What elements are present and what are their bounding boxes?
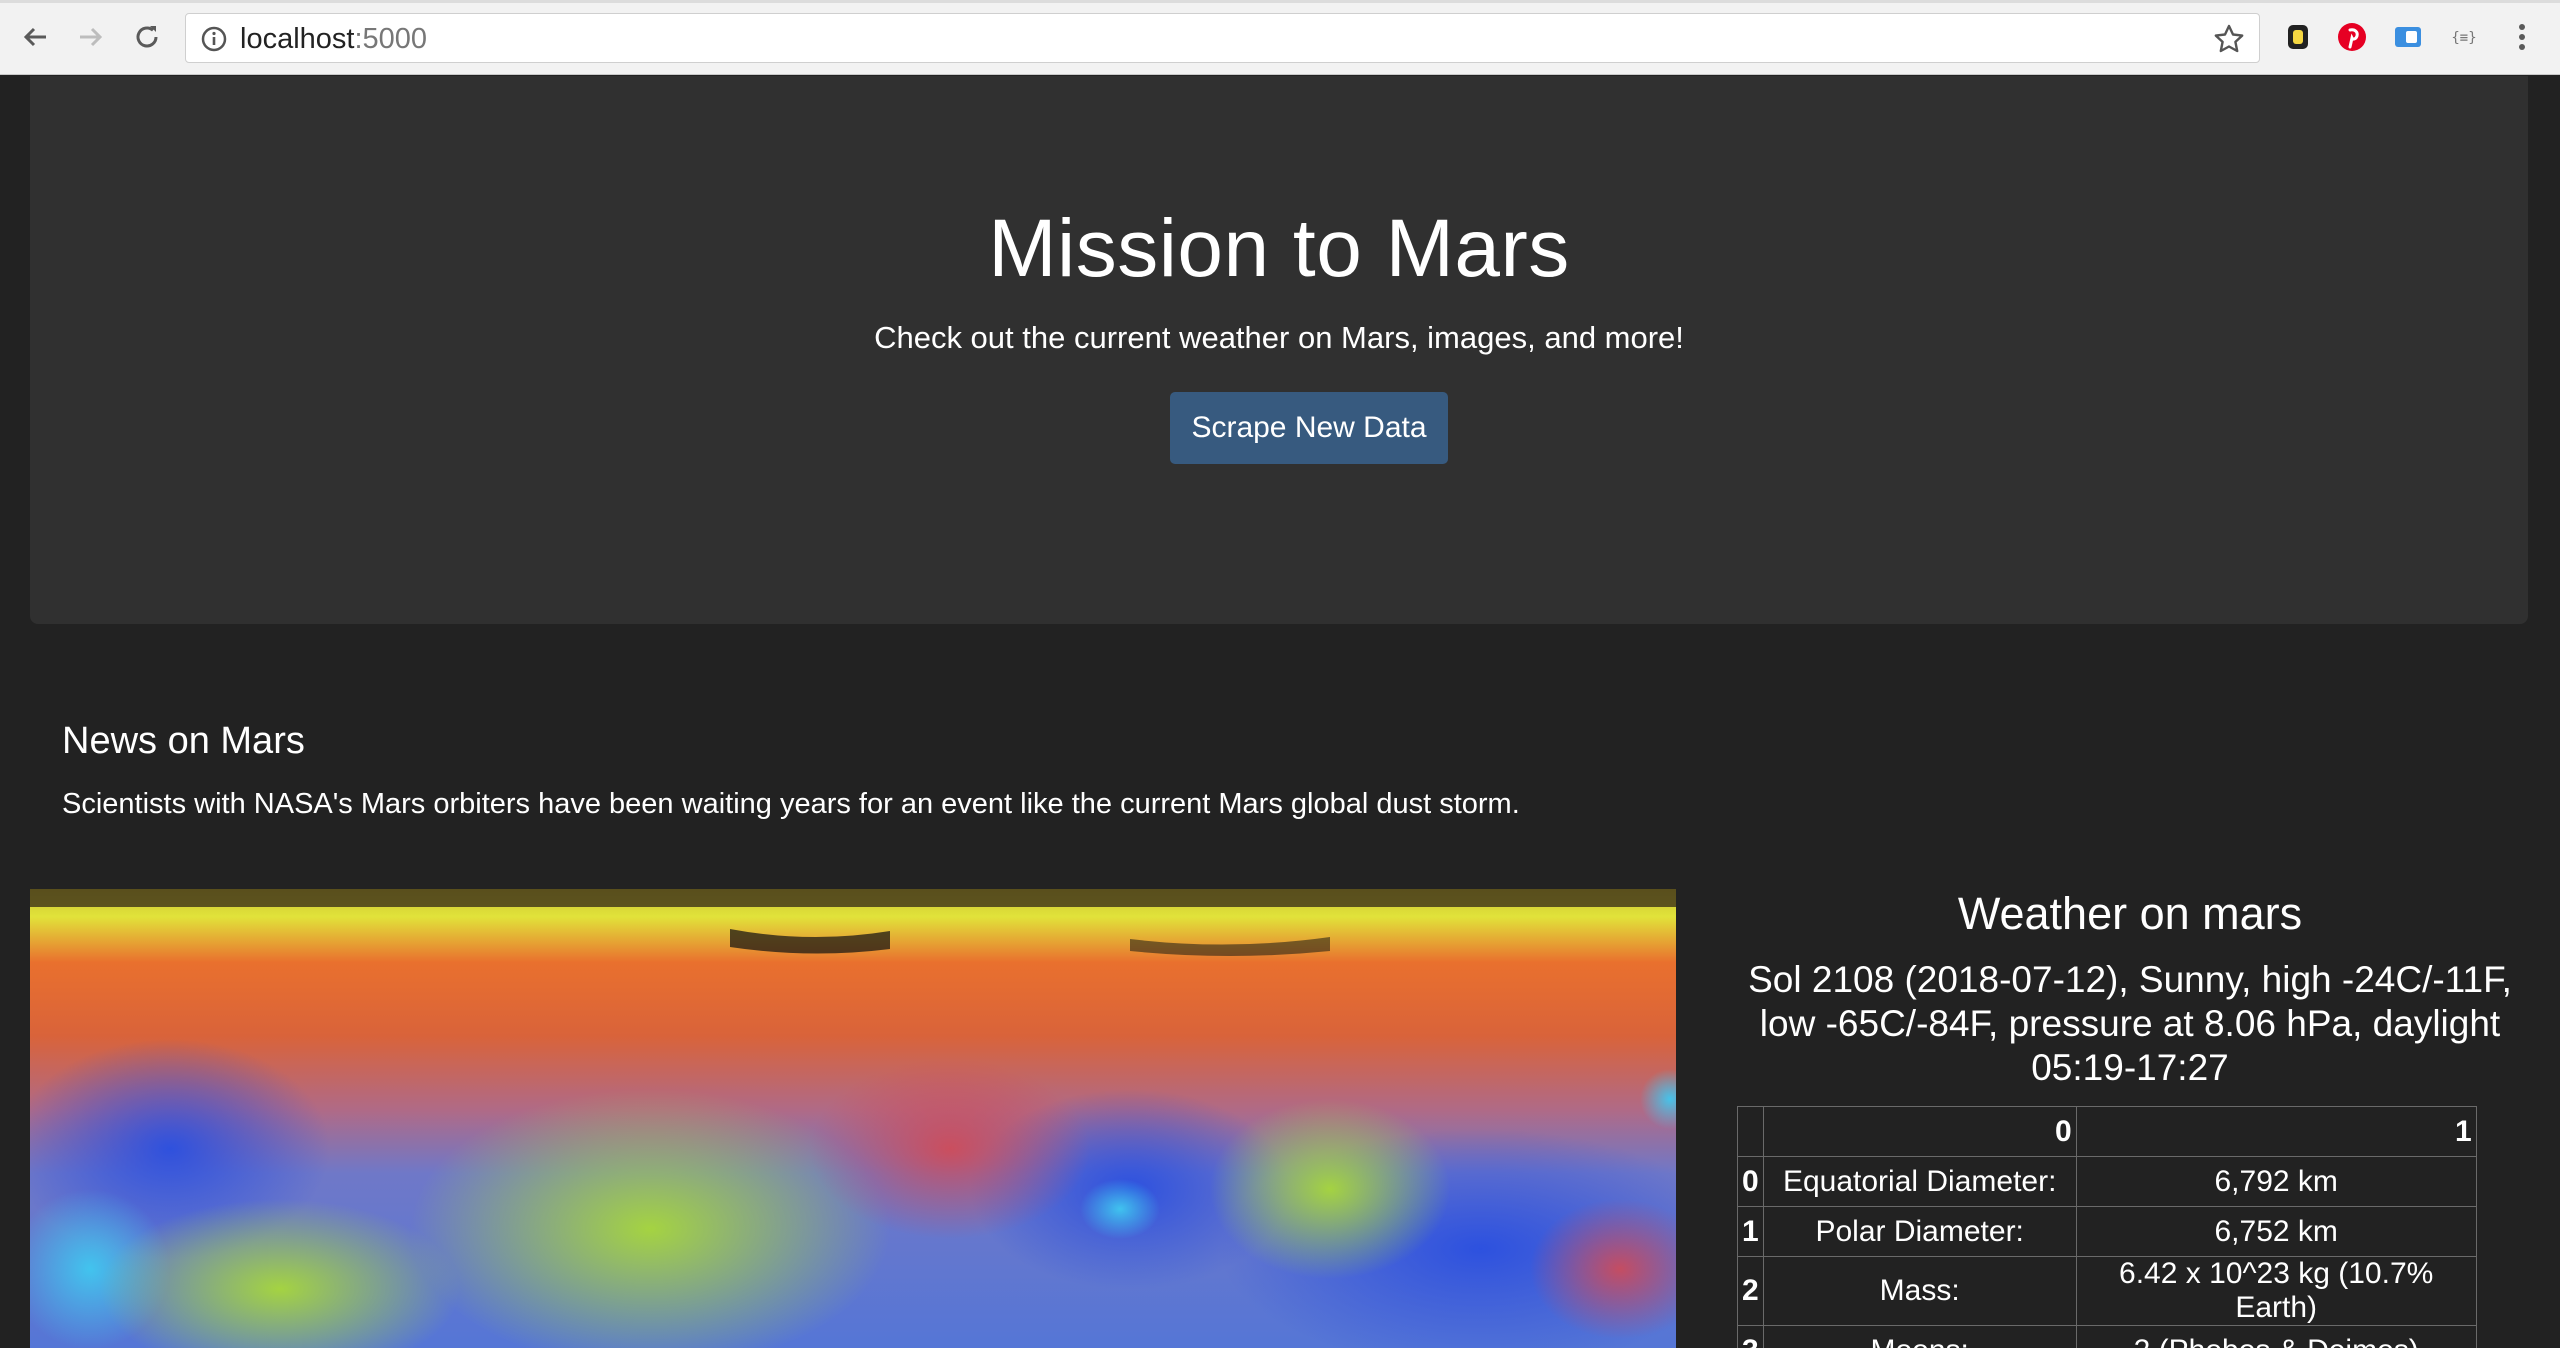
- menu-icon[interactable]: [2504, 19, 2540, 55]
- table-row: 1 Polar Diameter: 6,752 km: [1737, 1206, 2477, 1257]
- row-index: 0: [1737, 1156, 1764, 1207]
- fact-key: Equatorial Diameter:: [1762, 1156, 2077, 1207]
- fact-key: Polar Diameter:: [1762, 1206, 2077, 1257]
- fact-value: 6.42 x 10^23 kg (10.7% Earth): [2075, 1256, 2477, 1326]
- hero-jumbotron: Mission to Mars Check out the current we…: [30, 76, 2528, 624]
- table-header-cell: 0: [1762, 1106, 2077, 1157]
- url-text[interactable]: localhost:5000: [240, 23, 427, 56]
- back-icon[interactable]: [16, 18, 54, 56]
- featured-mars-image: [30, 889, 1676, 1348]
- row-index: 2: [1737, 1256, 1764, 1326]
- tab-strip: [0, 0, 2560, 3]
- fact-value: 2 (Phobos & Deimos): [2075, 1325, 2477, 1348]
- news-paragraph: Scientists with NASA's Mars orbiters hav…: [62, 788, 1520, 820]
- info-icon[interactable]: [200, 25, 228, 53]
- reload-icon[interactable]: [128, 18, 166, 56]
- svg-text:{≡}: {≡}: [2451, 30, 2476, 46]
- url-port: :5000: [354, 23, 428, 55]
- table-header-cell: [1737, 1106, 1764, 1157]
- table-row: 3 Moons: 2 (Phobos & Deimos): [1737, 1325, 2477, 1348]
- news-title: News on Mars: [62, 720, 305, 762]
- evernote-icon[interactable]: [2280, 19, 2316, 55]
- url-host: localhost: [240, 23, 355, 55]
- fact-key: Moons:: [1762, 1325, 2077, 1348]
- mars-facts-table: 0 1 0 Equatorial Diameter: 6,792 km 1 Po…: [1737, 1106, 2477, 1348]
- forward-icon[interactable]: [72, 18, 110, 56]
- fact-key: Mass:: [1762, 1256, 2077, 1326]
- page-subtitle: Check out the current weather on Mars, i…: [874, 320, 1684, 355]
- fact-value: 6,792 km: [2075, 1156, 2477, 1207]
- row-index: 3: [1737, 1325, 1764, 1348]
- row-index: 1: [1737, 1206, 1764, 1257]
- pinterest-icon[interactable]: [2334, 19, 2370, 55]
- weather-report: Sol 2108 (2018-07-12), Sunny, high -24C/…: [1748, 959, 2512, 1088]
- page-title: Mission to Mars: [988, 203, 1570, 294]
- address-bar[interactable]: localhost:5000: [185, 13, 2260, 63]
- fact-value: 6,752 km: [2075, 1206, 2477, 1257]
- extension-icon[interactable]: [2390, 19, 2426, 55]
- star-icon[interactable]: [2213, 23, 2245, 55]
- json-icon[interactable]: {≡}: [2446, 19, 2482, 55]
- browser-toolbar: localhost:5000 {≡}: [0, 0, 2560, 75]
- table-header-cell: 1: [2075, 1106, 2477, 1157]
- weather-title: Weather on mars: [1957, 888, 2303, 939]
- table-row: 0 Equatorial Diameter: 6,792 km: [1737, 1156, 2477, 1207]
- table-row: 2 Mass: 6.42 x 10^23 kg (10.7% Earth): [1737, 1256, 2477, 1326]
- table-header-row: 0 1: [1737, 1106, 2477, 1157]
- scrape-new-data-button[interactable]: Scrape New Data: [1170, 392, 1448, 464]
